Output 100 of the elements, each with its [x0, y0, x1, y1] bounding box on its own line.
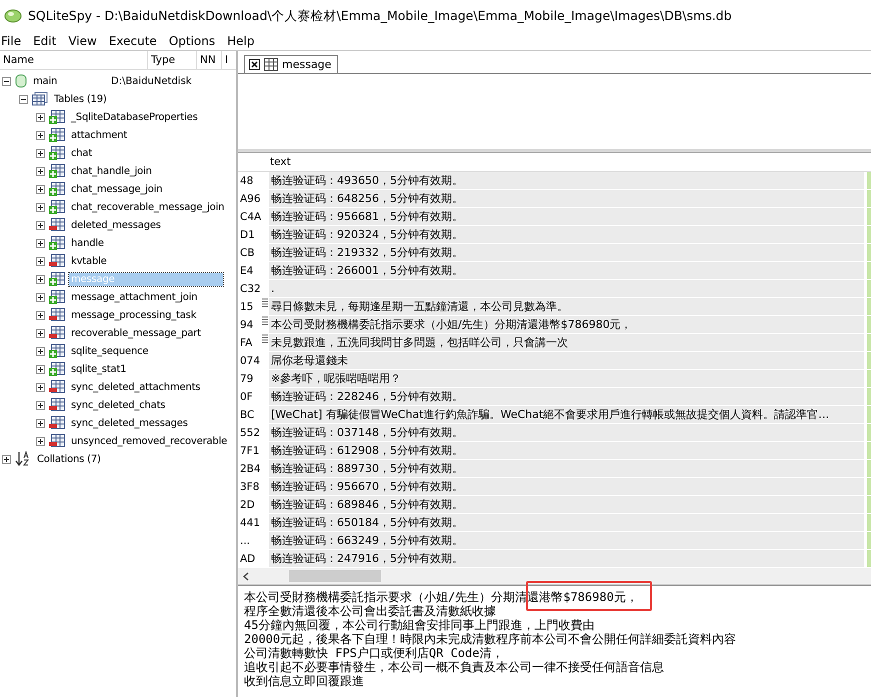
- tab[interactable]: message: [244, 55, 338, 73]
- expand-icon[interactable]: [36, 400, 45, 410]
- table-cell[interactable]: 畅连验证码：228246，5分钟有效期。: [269, 388, 864, 405]
- table-node[interactable]: kvtable: [69, 254, 109, 268]
- table-node[interactable]: chat: [69, 146, 94, 160]
- horizontal-scrollbar[interactable]: [238, 568, 871, 584]
- message-line: 45分鐘內無回覆，本公司行動組會安排同事上門跟進，上門收費由: [244, 618, 596, 632]
- expand-icon[interactable]: [36, 184, 45, 194]
- table-plus-icon: [49, 182, 65, 196]
- expand-icon[interactable]: [36, 274, 45, 284]
- column-header[interactable]: I: [222, 51, 233, 69]
- row-id: 074: [238, 354, 262, 366]
- expand-icon[interactable]: [36, 364, 45, 374]
- table-node[interactable]: chat_recoverable_message_join: [69, 200, 226, 214]
- table-cell[interactable]: 畅连验证码：219332，5分钟有效期。: [269, 244, 864, 261]
- column-header[interactable]: NN: [197, 51, 222, 69]
- table-cell[interactable]: .: [269, 280, 864, 297]
- row-id: 3F8: [238, 480, 262, 492]
- table-cell[interactable]: 畅连验证码：889730，5分钟有效期。: [269, 460, 864, 477]
- expand-icon[interactable]: [36, 166, 45, 176]
- table-plus-icon: [49, 272, 65, 286]
- expand-icon[interactable]: [36, 328, 45, 338]
- table-plus-icon: [49, 200, 65, 214]
- table-node[interactable]: sync_deleted_messages: [69, 416, 190, 430]
- tables-node[interactable]: Tables (19): [52, 92, 109, 106]
- menu-item[interactable]: Options: [168, 34, 222, 48]
- table-minus-icon: [49, 308, 65, 322]
- expand-icon[interactable]: [36, 238, 45, 248]
- table-node[interactable]: _SqliteDatabaseProperties: [69, 110, 200, 124]
- table-plus-icon: [49, 164, 65, 178]
- table-plus-icon: [49, 128, 65, 142]
- table-node[interactable]: attachment: [69, 128, 130, 142]
- menu-item[interactable]: Execute: [108, 34, 164, 48]
- table-node[interactable]: chat_handle_join: [69, 164, 154, 178]
- table-cell[interactable]: 畅连验证码：037148，5分钟有效期。: [269, 424, 864, 441]
- menu-item[interactable]: Edit: [32, 34, 64, 48]
- expand-icon[interactable]: [36, 292, 45, 302]
- row-id: A96: [238, 192, 262, 204]
- column-header[interactable]: Type: [148, 51, 197, 69]
- expand-icon[interactable]: [2, 454, 11, 464]
- table-cell[interactable]: 畅连验证码：920324，5分钟有效期。: [269, 226, 864, 243]
- expand-icon[interactable]: [36, 382, 45, 392]
- expand-icon[interactable]: [36, 202, 45, 212]
- expand-icon[interactable]: [36, 220, 45, 230]
- expand-icon[interactable]: [36, 436, 45, 446]
- column-header[interactable]: text: [266, 156, 871, 168]
- table-node[interactable]: sqlite_stat1: [69, 362, 128, 376]
- expand-icon[interactable]: [36, 130, 45, 140]
- table-cell[interactable]: 畅连验证码：266001，5分钟有效期。: [269, 262, 864, 279]
- message-line: 本公司受財務機構委託指示要求（小姐/先生）分期清還港幣$786980元，: [244, 590, 639, 604]
- table-node[interactable]: deleted_messages: [69, 218, 163, 232]
- table-cell[interactable]: 畅连验证码：689846，5分钟有效期。: [269, 496, 864, 513]
- table-cell[interactable]: 畅连验证码：612908，5分钟有效期。: [269, 442, 864, 459]
- expand-icon[interactable]: [36, 346, 45, 356]
- table-node[interactable]: sync_deleted_attachments: [69, 380, 202, 394]
- collapse-icon[interactable]: [19, 94, 28, 104]
- table-node[interactable]: recoverable_message_part: [69, 326, 203, 340]
- collations-node[interactable]: Collations (7): [35, 452, 103, 466]
- table-node[interactable]: chat_message_join: [69, 182, 164, 196]
- expand-icon[interactable]: [36, 418, 45, 428]
- table-cell[interactable]: 畅连验证码：247916，5分钟有效期。: [269, 550, 864, 567]
- table-cell[interactable]: 畅连验证码：648256，5分钟有效期。: [269, 190, 864, 207]
- close-icon[interactable]: [249, 59, 260, 70]
- table-cell[interactable]: 未見數跟進，五洗同我問甘多問題，包括咩公司，只會講一次: [269, 334, 864, 351]
- table-minus-icon: [49, 218, 65, 232]
- expand-icon[interactable]: [36, 256, 45, 266]
- table-node[interactable]: sync_deleted_chats: [69, 398, 168, 412]
- table-node[interactable]: unsynced_removed_recoverable: [69, 434, 230, 448]
- table-plus-icon: [49, 290, 65, 304]
- grid-icon: [264, 58, 278, 71]
- table-node[interactable]: sqlite_sequence: [69, 344, 150, 358]
- table-node[interactable]: message_processing_task: [69, 308, 198, 322]
- table-node[interactable]: message_attachment_join: [69, 290, 200, 304]
- table-cell[interactable]: 屌你老母還錢未: [269, 352, 864, 369]
- expand-icon[interactable]: [36, 112, 45, 122]
- expand-icon[interactable]: [36, 310, 45, 320]
- menu-item[interactable]: Help: [226, 34, 262, 48]
- database-name[interactable]: main: [31, 74, 107, 88]
- column-header[interactable]: Name: [0, 51, 148, 69]
- table-cell[interactable]: ※參考吓，呢張啱唔啱用？: [269, 370, 864, 387]
- table-cell[interactable]: 畅连验证码：650184，5分钟有效期。: [269, 514, 864, 531]
- message-line: 程序全數清還後本公司會出委託書及清數紙收據: [244, 604, 497, 618]
- table-plus-icon: [49, 110, 65, 124]
- table-cell[interactable]: 畅连验证码：956670，5分钟有效期。: [269, 478, 864, 495]
- collapse-icon[interactable]: [2, 76, 11, 86]
- table-cell[interactable]: 畅连验证码：493650，5分钟有效期。: [269, 172, 864, 189]
- menu-item[interactable]: File: [0, 34, 28, 48]
- table-minus-icon: [49, 398, 65, 412]
- table-minus-icon: [49, 254, 65, 268]
- expand-icon[interactable]: [36, 148, 45, 158]
- table-cell[interactable]: 畅连验证码：956681，5分钟有效期。: [269, 208, 864, 225]
- table-cell[interactable]: 本公司受財務機構委託指示要求（小姐/先生）分期清還港幣$786980元，: [269, 316, 864, 333]
- menu-item[interactable]: View: [67, 34, 104, 48]
- sort-icon: [15, 451, 31, 467]
- table-cell[interactable]: 尋日條數未見，每期逢星期一五點鐘清還，本公司見數為準。: [269, 298, 864, 315]
- table-cell[interactable]: 畅连验证码：663249，5分钟有效期。: [269, 532, 864, 549]
- table-node[interactable]: handle: [69, 236, 106, 250]
- row-id: C4A: [238, 210, 262, 222]
- message-line: 公司清數轉數快 FPS户口或便利店QR Code清，: [244, 646, 504, 660]
- table-cell[interactable]: [WeChat] 有騙徒假冒WeChat進行釣魚詐騙。WeChat絕不會要求用戶進行轉帳或無故提交個人資料。請認準官…: [269, 406, 864, 423]
